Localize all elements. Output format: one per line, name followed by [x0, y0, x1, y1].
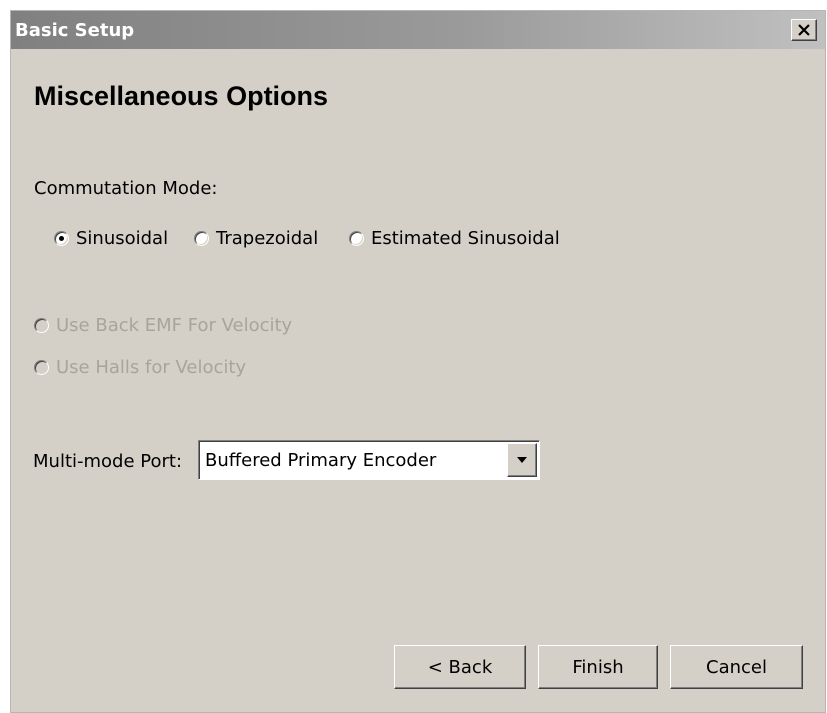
multimode-port-label: Multi-mode Port:: [33, 451, 183, 472]
title-bar[interactable]: Basic Setup: [11, 11, 825, 49]
page-title: Miscellaneous Options: [34, 81, 329, 111]
radio-indicator[interactable]: [34, 318, 49, 333]
radio-indicator[interactable]: [34, 360, 49, 375]
multimode-port-value: Buffered Primary Encoder: [205, 450, 437, 471]
radio-label: Use Back EMF For Velocity: [56, 315, 293, 336]
cancel-button[interactable]: Cancel: [670, 645, 803, 689]
window-title: Basic Setup: [15, 20, 135, 41]
basic-setup-dialog: Basic Setup Miscellaneous Options Commut…: [10, 10, 826, 713]
close-button[interactable]: [791, 19, 817, 41]
radio-indicator[interactable]: [194, 231, 209, 246]
commutation-mode-label: Commutation Mode:: [34, 178, 218, 199]
radio-label: Sinusoidal: [76, 228, 169, 249]
close-icon: [798, 24, 810, 36]
dropdown-button[interactable]: [507, 443, 537, 477]
back-button[interactable]: < Back: [394, 645, 526, 689]
radio-label: Use Halls for Velocity: [56, 357, 247, 378]
radio-indicator[interactable]: [54, 231, 69, 246]
radio-sinusoidal[interactable]: Sinusoidal: [54, 228, 168, 249]
multimode-port-select[interactable]: Buffered Primary Encoder: [198, 440, 540, 480]
radio-use-back-emf-velocity[interactable]: Use Back EMF For Velocity: [34, 315, 292, 336]
radio-label: Estimated Sinusoidal: [371, 228, 560, 249]
radio-indicator[interactable]: [349, 231, 364, 246]
radio-use-halls-velocity[interactable]: Use Halls for Velocity: [34, 357, 246, 378]
radio-trapezoidal[interactable]: Trapezoidal: [194, 228, 318, 249]
radio-label: Trapezoidal: [216, 228, 319, 249]
radio-estimated-sinusoidal[interactable]: Estimated Sinusoidal: [349, 228, 560, 249]
dropdown-arrow-icon: [517, 457, 527, 463]
finish-button[interactable]: Finish: [538, 645, 658, 689]
